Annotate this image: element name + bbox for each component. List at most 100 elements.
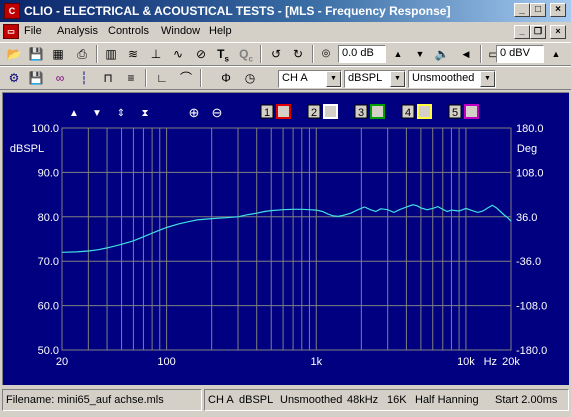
- y2-tick-label: 108.0: [516, 167, 544, 179]
- y2-axis-ticks: 180.0 108.0 36.0 -36.0 -108.0 -180.0: [516, 123, 547, 357]
- overlay-slot-checkbox: [464, 104, 479, 119]
- y2-axis-label: Deg: [517, 143, 537, 155]
- chevron-down-icon[interactable]: ▼: [480, 71, 495, 87]
- status-window: Half Hanning: [415, 394, 479, 406]
- toolbar-separator: [480, 45, 482, 63]
- child-minimize-button[interactable]: _: [514, 25, 530, 39]
- print-icon[interactable]: ⎙: [72, 45, 92, 63]
- menu-window[interactable]: Window: [161, 25, 200, 37]
- save-measurement-icon[interactable]: 💾: [26, 69, 46, 87]
- toolbar-separator: [260, 45, 262, 63]
- level-up-arrow-icon[interactable]: ▲: [388, 45, 408, 63]
- zoom-out-icon[interactable]: ⊖: [212, 105, 223, 120]
- quality-control-icon[interactable]: Qc: [236, 45, 256, 63]
- save-disk-icon[interactable]: 💾: [26, 45, 46, 63]
- generator-icon[interactable]: ◎: [316, 45, 336, 63]
- y-axis-ticks: 100.090.080.070.060.050.0: [31, 123, 59, 357]
- units-value: dBSPL: [348, 72, 383, 84]
- impulse-icon[interactable]: ⊓: [98, 69, 118, 87]
- speaker-icon[interactable]: 🔈: [432, 45, 452, 63]
- title-bar: C CLIO - ELECTRICAL & ACOUSTICAL TESTS -…: [0, 0, 571, 22]
- filename-text: Filename: mini65_auf achse.mls: [6, 394, 164, 406]
- document-icon[interactable]: ▭: [3, 24, 19, 39]
- ts-parameters-icon[interactable]: Ts: [213, 45, 233, 63]
- status-fft-size: 16K: [387, 394, 407, 406]
- menu-analysis[interactable]: Analysis: [57, 25, 98, 37]
- toolbar-separator: [200, 69, 202, 87]
- overlay-slot-5[interactable]: 5: [448, 104, 479, 119]
- sinusoidal-icon[interactable]: ∿: [168, 45, 188, 63]
- close-button[interactable]: ×: [550, 3, 566, 17]
- overlay-slot-checkbox: [370, 104, 385, 119]
- smoothing-select[interactable]: Unsmoothed ▼: [408, 70, 496, 88]
- overlay-slot-4[interactable]: 4: [401, 104, 432, 119]
- status-smoothing: Unsmoothed: [280, 394, 343, 406]
- input-up-arrow-icon[interactable]: ▲: [546, 45, 566, 63]
- chevron-down-icon[interactable]: ▼: [326, 71, 341, 87]
- clock-icon[interactable]: ◷: [240, 69, 260, 87]
- x-axis-ticks: 20 100 1k 10k Hz 20k: [56, 356, 520, 368]
- microphone-icon[interactable]: ┆: [74, 69, 94, 87]
- open-folder-icon[interactable]: 📂: [4, 45, 24, 63]
- clio-app-icon[interactable]: C: [4, 3, 20, 19]
- x-tick-label: 10k: [457, 356, 475, 368]
- y-tick-label: 80.0: [38, 212, 59, 224]
- move-up-arrow-icon[interactable]: ▲: [69, 108, 79, 119]
- overlay-slot-number: 2: [311, 107, 317, 119]
- y-axis-label: dBSPL: [10, 143, 44, 155]
- x-tick-label: 100: [157, 356, 175, 368]
- x-axis-unit-label: Hz: [484, 356, 497, 368]
- channel-select[interactable]: CH A ▼: [278, 70, 342, 88]
- expand-arrow-icon[interactable]: ⇕: [117, 108, 125, 119]
- phantom-icon[interactable]: ◀: [456, 45, 476, 63]
- y2-tick-label: 180.0: [516, 123, 544, 135]
- y2-tick-label: -108.0: [516, 301, 547, 313]
- chart-grid: [61, 127, 512, 351]
- units-select[interactable]: dBSPL ▼: [344, 70, 406, 88]
- mls-icon[interactable]: ⊥: [146, 45, 166, 63]
- maximize-button[interactable]: □: [530, 3, 546, 17]
- child-restore-button[interactable]: ❐: [530, 25, 546, 39]
- menu-controls[interactable]: Controls: [108, 25, 149, 37]
- y-tick-label: 100.0: [31, 123, 59, 135]
- frequency-response-plot[interactable]: ▲ ▼ ⇕ ⧗ ⊕ ⊖ 1 2 3 4 5 100.0 90.0 80.0 70.0 60.0 5…: [2, 92, 569, 385]
- loop-icon[interactable]: ↺: [266, 45, 286, 63]
- menu-file[interactable]: File: [24, 25, 42, 37]
- x-tick-label: 1k: [310, 356, 322, 368]
- loop-measure-icon[interactable]: ∞: [50, 69, 70, 87]
- status-start: Start 2.00ms: [495, 394, 558, 406]
- smoothing-value: Unsmoothed: [412, 72, 475, 84]
- overlay-slot-number: 3: [358, 107, 364, 119]
- toolbar-separator: [312, 45, 314, 63]
- waterfall-icon[interactable]: ⊘: [191, 45, 211, 63]
- phase-icon[interactable]: Φ: [216, 69, 236, 87]
- menu-help[interactable]: Help: [209, 25, 232, 37]
- stop-loop-icon[interactable]: ↻: [288, 45, 308, 63]
- input-level-field[interactable]: 0 dBV: [496, 45, 544, 63]
- fft-icon[interactable]: ≋: [123, 45, 143, 63]
- level-down-arrow-icon[interactable]: ▼: [410, 45, 430, 63]
- overlay-slots: 1 2 3 4 5: [260, 104, 479, 119]
- overlay-slot-2[interactable]: 2: [307, 104, 338, 119]
- overlay-slot-1[interactable]: 1: [260, 104, 291, 119]
- step-response-icon[interactable]: ≡: [121, 69, 141, 87]
- zoom-in-icon[interactable]: ⊕: [189, 105, 200, 120]
- axis-scale-icon[interactable]: ∟: [152, 69, 172, 87]
- child-close-button[interactable]: ×: [550, 25, 566, 39]
- measurement-settings-icon[interactable]: ⚙: [4, 69, 24, 87]
- settings-pane: CH A dBSPL Unsmoothed 48kHz 16K Half Han…: [204, 389, 569, 411]
- chevron-down-icon[interactable]: ▼: [390, 71, 405, 87]
- output-level-field[interactable]: 0.0 dB: [338, 45, 386, 63]
- move-down-arrow-icon[interactable]: ▼: [92, 108, 102, 119]
- main-toolbar: 📂 💾 ▦ ⎙ ▥ ≋ ⊥ ∿ ⊘ Ts Qc ↺ ↻ ◎ 0.0 dB ▲ ▼…: [0, 42, 571, 66]
- window-title: CLIO - ELECTRICAL & ACOUSTICAL TESTS - […: [24, 4, 451, 18]
- compress-arrow-icon[interactable]: ⧗: [141, 108, 148, 119]
- channel-value: CH A: [282, 72, 308, 84]
- y-tick-label: 60.0: [38, 301, 59, 313]
- export-icon[interactable]: ▦: [48, 45, 68, 63]
- overlay-slot-checkbox: [323, 104, 338, 119]
- overlay-slot-3[interactable]: 3: [354, 104, 385, 119]
- smooth-curve-icon[interactable]: ⌒: [176, 69, 196, 87]
- multimeter-icon[interactable]: ▥: [101, 45, 121, 63]
- minimize-button[interactable]: _: [514, 3, 530, 17]
